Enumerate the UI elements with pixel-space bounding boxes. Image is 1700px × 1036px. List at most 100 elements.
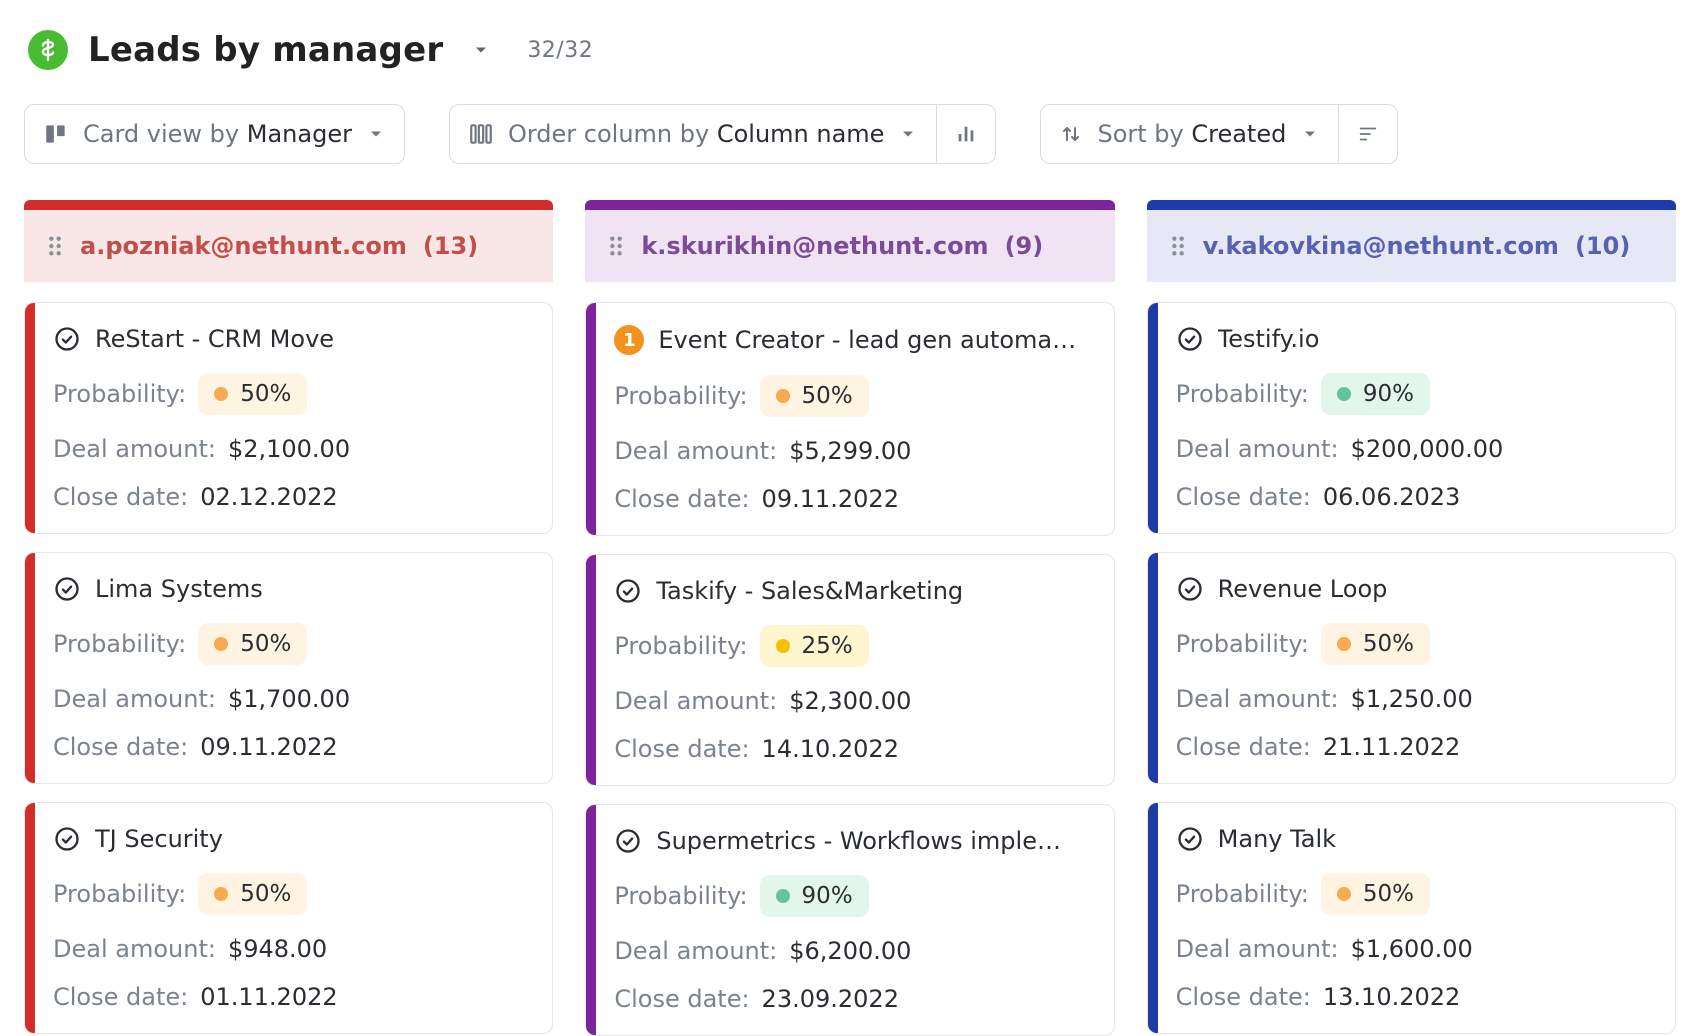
drag-handle-icon[interactable] (607, 235, 625, 257)
lead-card[interactable]: Taskify - Sales&Marketing Probability: 25%… (585, 554, 1114, 786)
sort-by-selector[interactable]: Sort by Created (1040, 104, 1339, 164)
close-date-value: 01.11.2022 (200, 983, 337, 1011)
close-date-line: Close date:13.10.2022 (1176, 983, 1653, 1011)
probability-line: Probability: 90% (614, 875, 1091, 917)
probability-pill: 50% (1321, 873, 1430, 915)
column-header[interactable]: a.pozniak@nethunt.com (13) (24, 210, 553, 282)
probability-pill: 50% (1321, 623, 1430, 665)
lead-card[interactable]: Many TalkProbability:50%Deal amount:$1,6… (1147, 802, 1676, 1034)
card-header-row: Revenue Loop (1176, 575, 1653, 603)
card-accent (586, 805, 596, 1035)
probability-value: 25% (802, 633, 853, 659)
card-accent (1148, 803, 1158, 1033)
check-circle-icon (53, 575, 81, 603)
deal-amount-line: Deal amount: $6,200.00 (614, 937, 1091, 965)
deal-amount-label: Deal amount: (614, 937, 777, 965)
lead-card[interactable]: Testify.ioProbability:90%Deal amount:$20… (1147, 302, 1676, 534)
probability-pill: 50% (198, 873, 307, 915)
check-circle-icon (53, 825, 81, 853)
deal-amount-value: $5,299.00 (789, 437, 911, 465)
probability-pill: 25% (760, 625, 869, 667)
lead-card[interactable]: 1Event Creator - lead gen automa…Probabi… (585, 302, 1114, 536)
status-dot-icon (1337, 637, 1351, 651)
probability-value: 90% (802, 883, 853, 909)
deal-amount-value: $6,200.00 (789, 937, 911, 965)
column-header[interactable]: k.skurikhin@nethunt.com(9) (585, 210, 1114, 282)
card-accent (25, 303, 35, 533)
page-header: Leads by manager 32/32 (28, 18, 1676, 82)
page-title: Leads by manager (88, 30, 443, 70)
deal-amount-label: Deal amount: (1176, 435, 1339, 463)
check-circle-icon (614, 577, 642, 605)
column-topbar (24, 200, 553, 210)
column-title: k.skurikhin@nethunt.com (641, 232, 988, 260)
task-count-badge: 1 (614, 325, 644, 355)
deal-amount-label: Deal amount: (1176, 685, 1339, 713)
check-circle-icon (614, 827, 642, 855)
title-dropdown[interactable] (463, 32, 499, 68)
probability-value: 90% (1363, 381, 1414, 407)
bar-chart-icon (955, 123, 977, 145)
status-dot-icon (1337, 887, 1351, 901)
probability-label: Probability: (614, 632, 747, 660)
chart-button[interactable] (937, 104, 996, 164)
probability-label: Probability: (614, 882, 747, 910)
order-column-selector[interactable]: Order column by Column name (449, 104, 938, 164)
lead-card[interactable]: Supermetrics - Workflows imple…Probabili… (585, 804, 1114, 1036)
drag-handle-icon[interactable] (46, 235, 64, 257)
probability-line: Probability: 50% (53, 873, 530, 915)
kanban-board-page: Leads by manager 32/32 Card view by Mana… (0, 0, 1700, 1020)
lead-card[interactable]: Revenue Loop Probability:50% Deal amount:$… (1147, 552, 1676, 784)
status-dot-icon (214, 387, 228, 401)
status-dot-icon (214, 887, 228, 901)
deal-amount-value: $1,600.00 (1351, 935, 1473, 963)
status-dot-icon (776, 389, 790, 403)
probability-label: Probability: (53, 880, 186, 908)
sort-desc-icon (1357, 123, 1379, 145)
kanban-board: a.pozniak@nethunt.com (13) ReStart - CRM M… (24, 200, 1676, 1036)
close-date-line: Close date:09.11.2022 (53, 733, 530, 761)
column-count: (13) (423, 232, 478, 260)
lead-card[interactable]: TJ SecurityProbability:50%Deal amount:$9… (24, 802, 553, 1034)
probability-line: Probability:50% (53, 623, 530, 665)
status-dot-icon (214, 637, 228, 651)
probability-line: Probability:50% (53, 373, 530, 415)
close-date-label: Close date: (614, 485, 749, 513)
column-cards: Testify.ioProbability:90%Deal amount:$20… (1147, 302, 1676, 1034)
deal-amount-label: Deal amount: (53, 435, 216, 463)
card-title: Lima Systems (95, 575, 263, 603)
close-date-value: 09.11.2022 (200, 733, 337, 761)
column-topbar (1147, 200, 1676, 210)
probability-pill: 50% (198, 373, 307, 415)
lead-card[interactable]: Lima SystemsProbability:50%Deal amount:$… (24, 552, 553, 784)
close-date-value: 21.11.2022 (1323, 733, 1460, 761)
probability-line: Probability:50% (614, 375, 1091, 417)
card-view-label: Card view by Manager (83, 120, 352, 148)
close-date-line: Close date:06.06.2023 (1176, 483, 1653, 511)
card-view-selector[interactable]: Card view by Manager (24, 104, 405, 164)
card-accent (25, 553, 35, 783)
drag-handle-icon[interactable] (1169, 235, 1187, 257)
check-circle-icon (53, 325, 81, 353)
probability-value: 50% (240, 381, 291, 407)
deal-amount-line: Deal amount:$1,250.00 (1176, 685, 1653, 713)
close-date-value: 09.11.2022 (762, 485, 899, 513)
close-date-line: Close date:23.09.2022 (614, 985, 1091, 1013)
card-header-row: Lima Systems (53, 575, 530, 603)
probability-pill: 50% (198, 623, 307, 665)
card-header-row: ReStart - CRM Move (53, 325, 530, 353)
dollar-icon (28, 30, 68, 70)
card-header-row: Taskify - Sales&Marketing (614, 577, 1091, 605)
column-header[interactable]: v.kakovkina@nethunt.com(10) (1147, 210, 1676, 282)
probability-pill: 90% (760, 875, 869, 917)
lead-card[interactable]: ReStart - CRM Move Probability:50% Deal am… (24, 302, 553, 534)
card-title: ReStart - CRM Move (95, 325, 334, 353)
column-title: a.pozniak@nethunt.com (80, 232, 407, 260)
close-date-value: 02.12.2022 (200, 483, 337, 511)
probability-line: Probability:50% (1176, 623, 1653, 665)
sort-direction-button[interactable] (1339, 104, 1398, 164)
deal-amount-label: Deal amount: (614, 687, 777, 715)
sort-by-label: Sort by Created (1097, 120, 1286, 148)
probability-line: Probability:50% (1176, 873, 1653, 915)
close-date-label: Close date: (1176, 733, 1311, 761)
